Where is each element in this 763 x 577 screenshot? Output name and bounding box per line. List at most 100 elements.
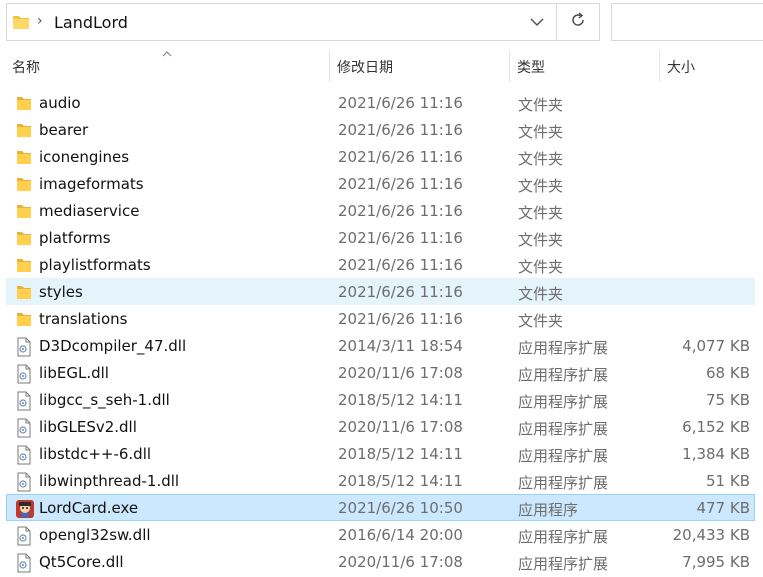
folder-icon — [12, 13, 30, 35]
file-date: 2021/6/26 11:16 — [338, 175, 463, 193]
refresh-icon — [569, 11, 587, 33]
breadcrumb-current[interactable]: LandLord — [54, 13, 128, 32]
file-row[interactable]: imageformats 2021/6/26 11:16 文件夹 — [6, 170, 755, 197]
file-date: 2021/6/26 11:16 — [338, 121, 463, 139]
file-type: 应用程序扩展 — [518, 366, 609, 384]
file-row[interactable]: libstdc++-6.dll 2018/5/12 14:11 应用程序扩展 1,38… — [6, 440, 755, 467]
file-date: 2020/11/6 17:08 — [338, 418, 463, 436]
file-row[interactable]: platforms 2021/6/26 11:16 文件夹 — [6, 224, 755, 251]
file-type: 文件夹 — [518, 96, 564, 114]
folder-icon — [15, 310, 35, 328]
file-row[interactable]: libEGL.dll 2020/11/6 17:08 应用程序扩展 68 KB — [6, 359, 755, 386]
file-date: 2018/5/12 14:11 — [338, 391, 463, 409]
file-row[interactable]: translations 2021/6/26 11:16 文件夹 — [6, 305, 755, 332]
folder-icon — [15, 283, 35, 301]
file-date: 2021/6/26 10:50 — [338, 499, 463, 517]
file-row[interactable]: Qt5Core.dll 2020/11/6 17:08 应用程序扩展 7,995 KB — [6, 548, 755, 575]
search-input[interactable] — [611, 3, 763, 41]
file-name: libGLESv2.dll — [39, 418, 137, 436]
file-row[interactable]: libwinpthread-1.dll 2018/5/12 14:11 应用程序扩展… — [6, 467, 755, 494]
file-type: 应用程序 — [518, 501, 579, 519]
file-type: 文件夹 — [518, 150, 564, 168]
file-date: 2021/6/26 11:16 — [338, 202, 463, 220]
file-row[interactable]: LordCard.exe 2021/6/26 10:50 应用程序 477 KB — [6, 494, 755, 521]
file-name: iconengines — [39, 148, 130, 166]
file-type: 文件夹 — [518, 123, 564, 141]
column-divider[interactable] — [329, 50, 330, 82]
dll-file-icon — [15, 418, 35, 438]
file-date: 2020/11/6 17:08 — [338, 364, 463, 382]
file-size: 75 KB — [706, 391, 750, 409]
file-name: LordCard.exe — [39, 499, 139, 517]
file-name: imageformats — [39, 175, 144, 193]
file-type: 文件夹 — [518, 312, 564, 330]
dll-file-icon — [15, 472, 35, 492]
column-header-name[interactable]: 名称 — [12, 52, 327, 82]
exe-app-icon — [15, 499, 35, 518]
column-divider[interactable] — [509, 50, 510, 82]
breadcrumb-chevron-icon[interactable]: › — [37, 13, 43, 29]
file-row[interactable]: D3Dcompiler_47.dll 2014/3/11 18:54 应用程序扩展 4… — [6, 332, 755, 359]
column-header-type[interactable]: 类型 — [517, 52, 657, 82]
file-row[interactable]: libgcc_s_seh-1.dll 2018/5/12 14:11 应用程序扩展 7… — [6, 386, 755, 413]
chevron-down-icon[interactable] — [518, 4, 556, 40]
file-name: styles — [39, 283, 83, 301]
file-size: 51 KB — [706, 472, 750, 490]
file-name: bearer — [39, 121, 89, 139]
file-type: 应用程序扩展 — [518, 528, 609, 546]
file-row[interactable]: styles 2021/6/26 11:16 文件夹 — [6, 278, 755, 305]
file-type: 应用程序扩展 — [518, 447, 609, 465]
file-type: 应用程序扩展 — [518, 555, 609, 573]
column-header-date[interactable]: 修改日期 — [337, 52, 507, 82]
file-date: 2018/5/12 14:11 — [338, 445, 463, 463]
file-type: 应用程序扩展 — [518, 474, 609, 492]
dll-file-icon — [15, 391, 35, 411]
folder-icon — [15, 148, 35, 166]
file-size: 1,384 KB — [682, 445, 750, 463]
file-date: 2018/5/12 14:11 — [338, 472, 463, 490]
file-type: 文件夹 — [518, 258, 564, 276]
file-name: opengl32sw.dll — [39, 526, 151, 544]
file-row[interactable]: playlistformats 2021/6/26 11:16 文件夹 — [6, 251, 755, 278]
file-date: 2020/11/6 17:08 — [338, 553, 463, 571]
file-row[interactable]: opengl32sw.dll 2016/6/14 20:00 应用程序扩展 20,43… — [6, 521, 755, 548]
file-date: 2021/6/26 11:16 — [338, 256, 463, 274]
file-date: 2016/6/14 20:00 — [338, 526, 463, 544]
file-name: mediaservice — [39, 202, 140, 220]
column-divider[interactable] — [659, 50, 660, 82]
column-header-size[interactable]: 大小 — [667, 52, 757, 82]
dll-file-icon — [15, 553, 35, 573]
file-date: 2021/6/26 11:16 — [338, 148, 463, 166]
file-row[interactable]: iconengines 2021/6/26 11:16 文件夹 — [6, 143, 755, 170]
column-header-row: 名称 修改日期 类型 大小 — [0, 44, 763, 84]
file-size: 6,152 KB — [682, 418, 750, 436]
folder-icon — [15, 256, 35, 274]
file-size: 477 KB — [696, 499, 750, 517]
file-type: 文件夹 — [518, 204, 564, 222]
file-date: 2021/6/26 11:16 — [338, 310, 463, 328]
folder-icon — [15, 202, 35, 220]
file-name: Qt5Core.dll — [39, 553, 124, 571]
file-type: 应用程序扩展 — [518, 393, 609, 411]
file-name: libwinpthread-1.dll — [39, 472, 180, 490]
refresh-button[interactable] — [557, 3, 600, 41]
file-name: audio — [39, 94, 81, 112]
file-type: 应用程序扩展 — [518, 339, 609, 357]
file-date: 2021/6/26 11:16 — [338, 229, 463, 247]
address-bar[interactable]: › LandLord — [6, 3, 557, 41]
folder-icon — [15, 121, 35, 139]
file-size: 4,077 KB — [682, 337, 750, 355]
file-name: libgcc_s_seh-1.dll — [39, 391, 170, 409]
dll-file-icon — [15, 364, 35, 384]
folder-icon — [15, 175, 35, 193]
dll-file-icon — [15, 445, 35, 465]
file-row[interactable]: mediaservice 2021/6/26 11:16 文件夹 — [6, 197, 755, 224]
file-row[interactable]: libGLESv2.dll 2020/11/6 17:08 应用程序扩展 6,152 … — [6, 413, 755, 440]
folder-icon — [15, 229, 35, 247]
dll-file-icon — [15, 337, 35, 357]
file-type: 文件夹 — [518, 177, 564, 195]
file-row[interactable]: bearer 2021/6/26 11:16 文件夹 — [6, 116, 755, 143]
file-date: 2021/6/26 11:16 — [338, 283, 463, 301]
address-toolbar: › LandLord — [0, 0, 763, 44]
file-row[interactable]: audio 2021/6/26 11:16 文件夹 — [6, 89, 755, 116]
